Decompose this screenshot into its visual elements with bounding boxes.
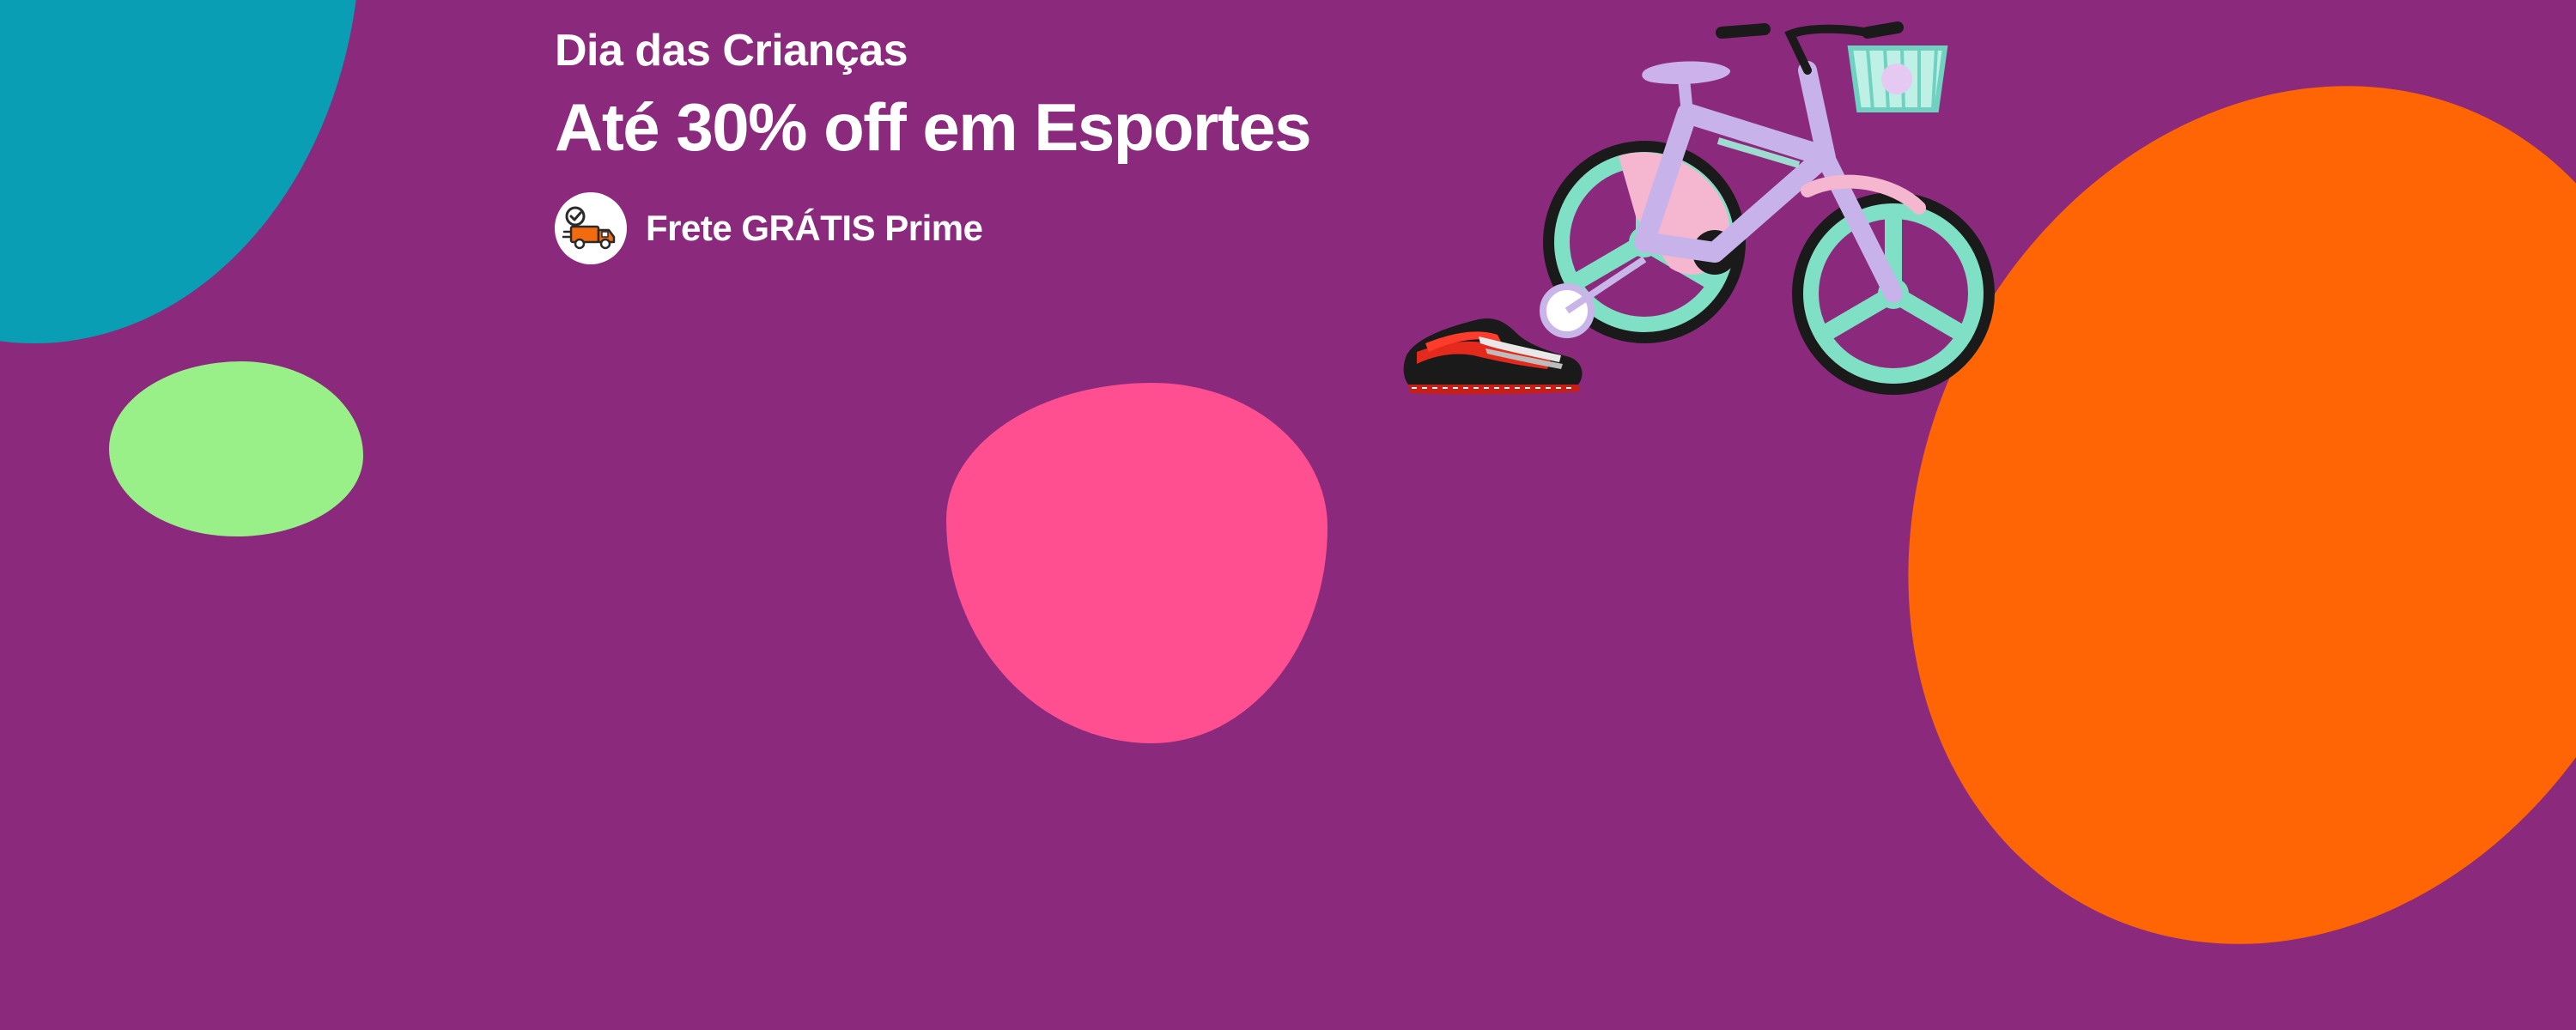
banner-copy: Dia das Crianças Até 30% off em Esportes…	[555, 19, 1413, 264]
free-shipping-badge: Frete GRÁTIS Prime	[555, 192, 1413, 264]
product-images[interactable]	[1391, 10, 1995, 397]
banner-eyebrow: Dia das Crianças	[555, 26, 908, 76]
pink-blob-decoration	[946, 383, 1327, 743]
banner-headline: Até 30% off em Esportes	[555, 89, 1312, 165]
promo-banner[interactable]: Dia das Crianças Até 30% off em Esportes…	[0, 0, 2576, 1030]
kids-bicycle-image[interactable]	[1516, 10, 2065, 397]
teal-blob-decoration	[0, 0, 361, 343]
delivery-truck-icon	[555, 192, 627, 264]
green-blob-decoration	[109, 361, 363, 536]
free-shipping-label: Frete GRÁTIS Prime	[646, 208, 983, 248]
